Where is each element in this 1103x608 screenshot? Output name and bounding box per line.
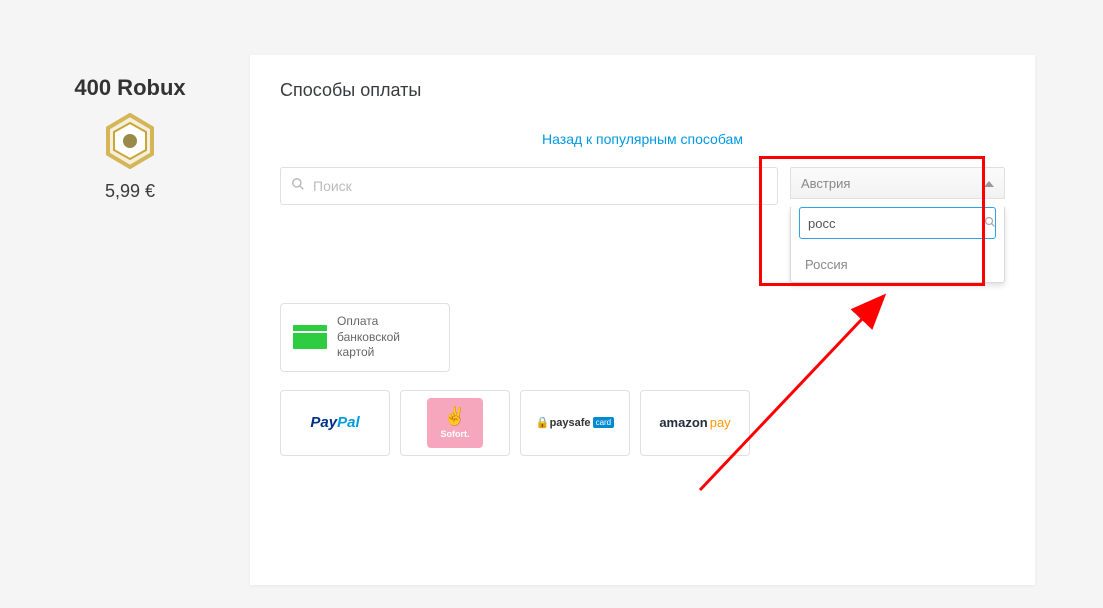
bank-card-option[interactable]: Оплата банковской картой [280, 303, 450, 372]
product-price: 5,99 € [40, 181, 220, 202]
sofort-option[interactable]: ✌ Sofort. [400, 390, 510, 456]
bank-row: Оплата банковской картой [280, 303, 1005, 372]
country-select-header[interactable]: Австрия [790, 167, 1005, 199]
peace-icon: ✌ [444, 406, 466, 427]
paypal-logo: PayPal [310, 414, 359, 431]
payment-methods-row: PayPal ✌ Sofort. 🔒 paysafecard amazon pa… [280, 390, 1005, 456]
paysafecard-logo: 🔒 paysafecard [536, 416, 614, 429]
payment-panel: Способы оплаты Назад к популярным способ… [250, 55, 1035, 585]
search-row: Австрия Россия [280, 167, 1005, 283]
product-sidebar: 400 Robux 5,99 € [40, 75, 220, 202]
product-title: 400 Robux [40, 75, 220, 101]
country-search-input[interactable] [808, 216, 984, 231]
search-field[interactable] [280, 167, 778, 205]
panel-title: Способы оплаты [280, 80, 1005, 101]
country-result-item[interactable]: Россия [791, 247, 1004, 282]
back-to-popular-link[interactable]: Назад к популярным способам [542, 131, 743, 147]
country-search-field[interactable] [799, 207, 996, 239]
country-selected: Австрия [801, 176, 850, 191]
robux-icon [40, 113, 220, 169]
paypal-option[interactable]: PayPal [280, 390, 390, 456]
sofort-logo: ✌ Sofort. [427, 398, 483, 448]
search-icon [984, 216, 996, 231]
amazonpay-option[interactable]: amazon pay [640, 390, 750, 456]
bank-card-label: Оплата банковской картой [337, 314, 400, 361]
amazonpay-logo: amazon pay [659, 415, 730, 430]
search-input[interactable] [313, 178, 767, 194]
credit-card-icon [293, 325, 327, 349]
chevron-up-icon [984, 176, 994, 191]
back-link-row: Назад к популярным способам [280, 131, 1005, 149]
country-select[interactable]: Австрия Россия [790, 167, 1005, 283]
country-dropdown: Россия [790, 207, 1005, 283]
search-icon [291, 177, 305, 196]
paysafecard-option[interactable]: 🔒 paysafecard [520, 390, 630, 456]
lock-icon: 🔒 [536, 416, 550, 429]
